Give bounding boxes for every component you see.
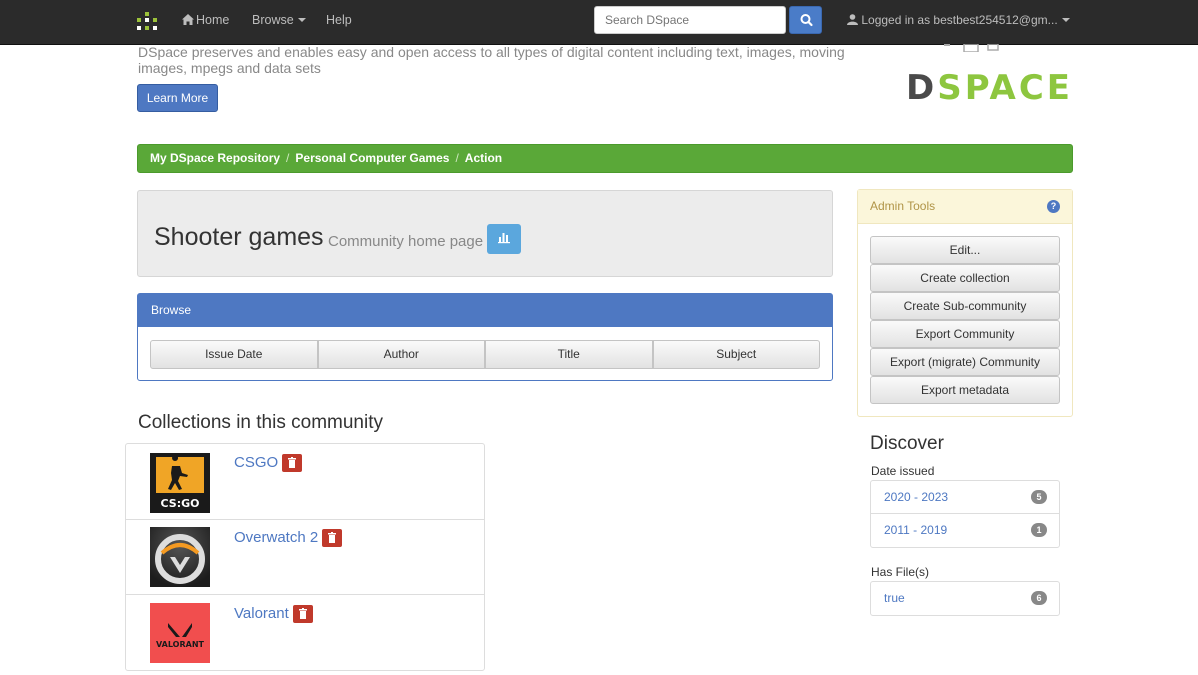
collection-link-overwatch-2[interactable]: Overwatch 2 — [234, 529, 343, 548]
help-link[interactable]: Help — [326, 13, 352, 27]
browse-panel: Browse Issue Date Author Title Subject — [137, 293, 833, 381]
create-collection-button[interactable]: Create collection — [870, 264, 1060, 292]
admin-tools-heading: Admin Tools? — [858, 190, 1072, 224]
list-item: CS:GO CSGO — [126, 444, 484, 520]
count-badge: 1 — [1031, 523, 1047, 537]
date-facet-list: 2020 - 2023 5 2011 - 2019 1 — [870, 480, 1060, 548]
browse-label: Browse — [252, 13, 294, 27]
facet-item-date[interactable]: 2020 - 2023 5 — [871, 481, 1059, 514]
search-button[interactable] — [789, 6, 822, 34]
discover-panel: Discover Date issued 2020 - 2023 5 2011 -… — [857, 420, 1073, 633]
user-menu[interactable]: Logged in as bestbest254512@gm... — [847, 13, 1070, 27]
home-label: Home — [196, 13, 230, 27]
home-icon — [182, 14, 194, 25]
home-link[interactable]: Home — [182, 13, 229, 27]
bar-chart-icon — [498, 233, 510, 244]
collections-heading: Collections in this community — [138, 412, 383, 433]
page-subtitle: Community home page — [328, 233, 484, 250]
hero-description: DSpace preserves and enables easy and op… — [138, 44, 845, 76]
learn-more-button[interactable]: Learn More — [137, 84, 218, 112]
facet-item-date[interactable]: 2011 - 2019 1 — [871, 514, 1059, 547]
valorant-thumbnail[interactable]: VALORANT — [150, 603, 210, 663]
count-badge: 6 — [1031, 591, 1047, 605]
page-title: Shooter games — [154, 223, 324, 251]
date-issued-label: Date issued — [871, 464, 935, 478]
delete-icon[interactable] — [282, 454, 303, 473]
top-navbar: Home Browse Help Logged in as bestbest25… — [0, 0, 1198, 45]
edit-button[interactable]: Edit... — [870, 236, 1060, 264]
valorant-logo-text: VALORANT — [156, 640, 205, 649]
chevron-down-icon — [1061, 18, 1070, 22]
collection-link-csgo[interactable]: CSGO — [234, 454, 303, 473]
list-item: Overwatch 2 — [126, 519, 484, 595]
page-header: Shooter games Community home page — [137, 190, 833, 277]
search-icon — [800, 14, 813, 27]
breadcrumb-item[interactable]: Action — [465, 151, 502, 165]
browse-heading: Browse — [138, 294, 832, 327]
count-badge: 5 — [1031, 490, 1047, 504]
chevron-down-icon — [297, 18, 306, 22]
help-icon[interactable]: ? — [1047, 200, 1060, 213]
breadcrumb-item[interactable]: Personal Computer Games — [295, 151, 449, 165]
files-facet-list: true 6 — [870, 581, 1060, 616]
breadcrumb-item[interactable]: My DSpace Repository — [150, 151, 280, 165]
browse-by-title-button[interactable]: Title — [485, 340, 653, 369]
dspace-logo: DSPACE — [906, 68, 1074, 108]
create-sub-community-button[interactable]: Create Sub-community — [870, 292, 1060, 320]
user-icon — [847, 14, 858, 25]
logo-mark-icon — [944, 44, 999, 52]
browse-menu[interactable]: Browse — [252, 13, 306, 27]
csgo-thumbnail[interactable]: CS:GO — [150, 453, 210, 513]
discover-heading: Discover — [870, 433, 944, 454]
browse-by-issue-date-button[interactable]: Issue Date — [150, 340, 318, 369]
dspace-logo-icon[interactable] — [137, 12, 157, 32]
statistics-button[interactable] — [487, 224, 521, 254]
collection-link-valorant[interactable]: Valorant — [234, 605, 313, 624]
export-community-button[interactable]: Export Community — [870, 320, 1060, 348]
collections-list: CS:GO CSGO Overwatch 2 VALORANT Valorant — [125, 443, 485, 671]
delete-icon[interactable] — [292, 605, 313, 624]
export-migrate-community-button[interactable]: Export (migrate) Community — [870, 348, 1060, 376]
browse-by-subject-button[interactable]: Subject — [652, 340, 820, 369]
admin-tools-panel: Admin Tools? Edit... Create collection C… — [857, 189, 1073, 417]
export-metadata-button[interactable]: Export metadata — [870, 376, 1060, 404]
browse-by-author-button[interactable]: Author — [317, 340, 485, 369]
has-files-label: Has File(s) — [871, 565, 930, 579]
csgo-logo-text: CS:GO — [161, 497, 200, 510]
search-input[interactable] — [594, 6, 786, 34]
overwatch-thumbnail[interactable] — [150, 527, 210, 587]
facet-item-has-files[interactable]: true 6 — [871, 582, 1059, 615]
delete-icon[interactable] — [322, 529, 343, 548]
user-label: Logged in as bestbest254512@gm... — [861, 13, 1058, 27]
list-item: VALORANT Valorant — [126, 595, 484, 671]
breadcrumb: My DSpace Repository / Personal Computer G… — [137, 144, 1073, 173]
